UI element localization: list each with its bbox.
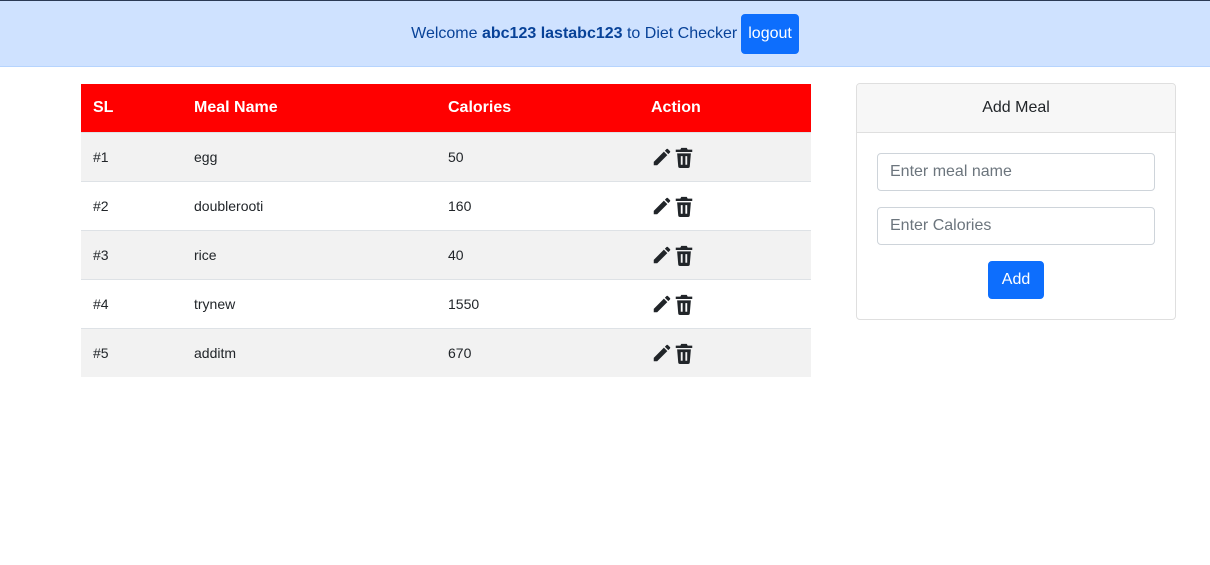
row-meal-name: trynew [182, 278, 436, 328]
table-row: #4 trynew 1550 [81, 278, 811, 328]
trash-icon[interactable] [673, 243, 695, 267]
row-calories: 40 [436, 229, 639, 279]
row-actions [639, 327, 811, 377]
pencil-icon[interactable] [651, 292, 673, 316]
column-header-calories: Calories [436, 84, 639, 132]
welcome-prefix: Welcome [411, 24, 478, 42]
top-banner: Welcome abc123 lastabc123 to Diet Checke… [0, 0, 1210, 67]
user-name: abc123 lastabc123 [481, 24, 623, 42]
row-actions [639, 180, 811, 230]
row-actions [639, 229, 811, 279]
pencil-icon[interactable] [651, 145, 673, 169]
row-calories: 670 [436, 327, 639, 377]
column-header-meal-name: Meal Name [182, 84, 436, 132]
table-header-row: SL Meal Name Calories Action [81, 84, 811, 132]
trash-icon[interactable] [673, 145, 695, 169]
row-meal-name: rice [182, 229, 436, 279]
row-sl: #2 [81, 180, 182, 230]
add-meal-button[interactable]: Add [988, 261, 1044, 299]
row-meal-name: egg [182, 131, 436, 181]
table-row: #1 egg 50 [81, 131, 811, 181]
logout-button[interactable]: logout [741, 13, 799, 54]
pencil-icon[interactable] [651, 194, 673, 218]
welcome-message: Welcome abc123 lastabc123 to Diet Checke… [411, 25, 737, 43]
row-sl: #5 [81, 327, 182, 377]
row-calories: 1550 [436, 278, 639, 328]
table-row: #3 rice 40 [81, 229, 811, 279]
column-header-action: Action [639, 84, 811, 132]
add-meal-form: Add [857, 133, 1175, 299]
row-sl: #4 [81, 278, 182, 328]
row-sl: #1 [81, 131, 182, 181]
meal-name-input[interactable] [877, 153, 1155, 191]
row-sl: #3 [81, 229, 182, 279]
row-calories: 50 [436, 131, 639, 181]
column-header-sl: SL [81, 84, 182, 132]
welcome-suffix: to Diet Checker [626, 24, 738, 42]
row-meal-name: additm [182, 327, 436, 377]
trash-icon[interactable] [673, 194, 695, 218]
row-actions [639, 278, 811, 328]
trash-icon[interactable] [673, 341, 695, 365]
add-meal-card: Add Meal Add [856, 83, 1176, 320]
add-meal-title: Add Meal [857, 84, 1175, 133]
row-calories: 160 [436, 180, 639, 230]
table-row: #5 additm 670 [81, 327, 811, 377]
table-row: #2 doublerooti 160 [81, 180, 811, 230]
row-meal-name: doublerooti [182, 180, 436, 230]
row-actions [639, 131, 811, 181]
pencil-icon[interactable] [651, 243, 673, 267]
calories-input[interactable] [877, 207, 1155, 245]
meal-table: SL Meal Name Calories Action #1 egg 50 #2 do… [81, 84, 811, 377]
trash-icon[interactable] [673, 292, 695, 316]
pencil-icon[interactable] [651, 341, 673, 365]
